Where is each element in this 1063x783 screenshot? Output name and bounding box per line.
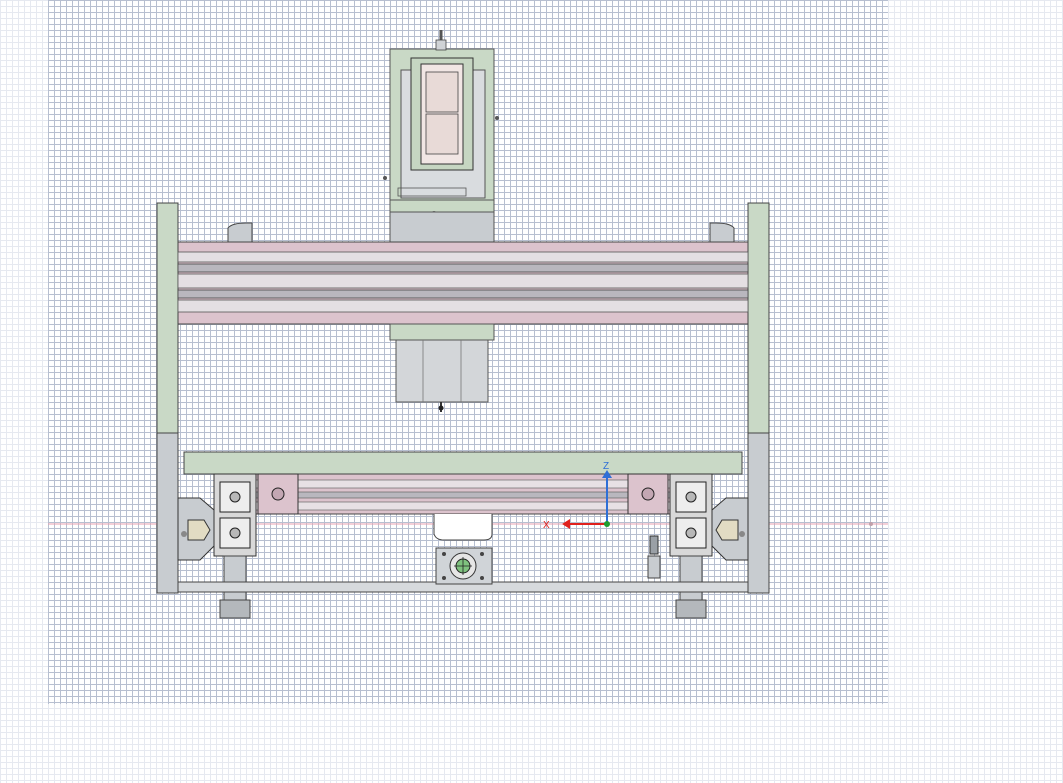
x-axis-label: X <box>543 520 550 531</box>
left-rail-extrusion[interactable] <box>177 473 299 619</box>
cad-viewport[interactable]: Z X <box>0 0 1063 783</box>
x-gantry-beam[interactable] <box>177 241 749 325</box>
origin-line-end <box>869 522 873 526</box>
cnc-router-model[interactable]: Z X <box>0 0 1063 783</box>
y-motor-mount[interactable] <box>433 514 493 585</box>
z-axis-label: Z <box>603 461 609 472</box>
right-rail-extrusion[interactable] <box>627 473 749 619</box>
origin-point <box>604 521 610 527</box>
spindle-motor[interactable] <box>389 323 495 412</box>
spindle-carriage[interactable] <box>383 30 499 243</box>
